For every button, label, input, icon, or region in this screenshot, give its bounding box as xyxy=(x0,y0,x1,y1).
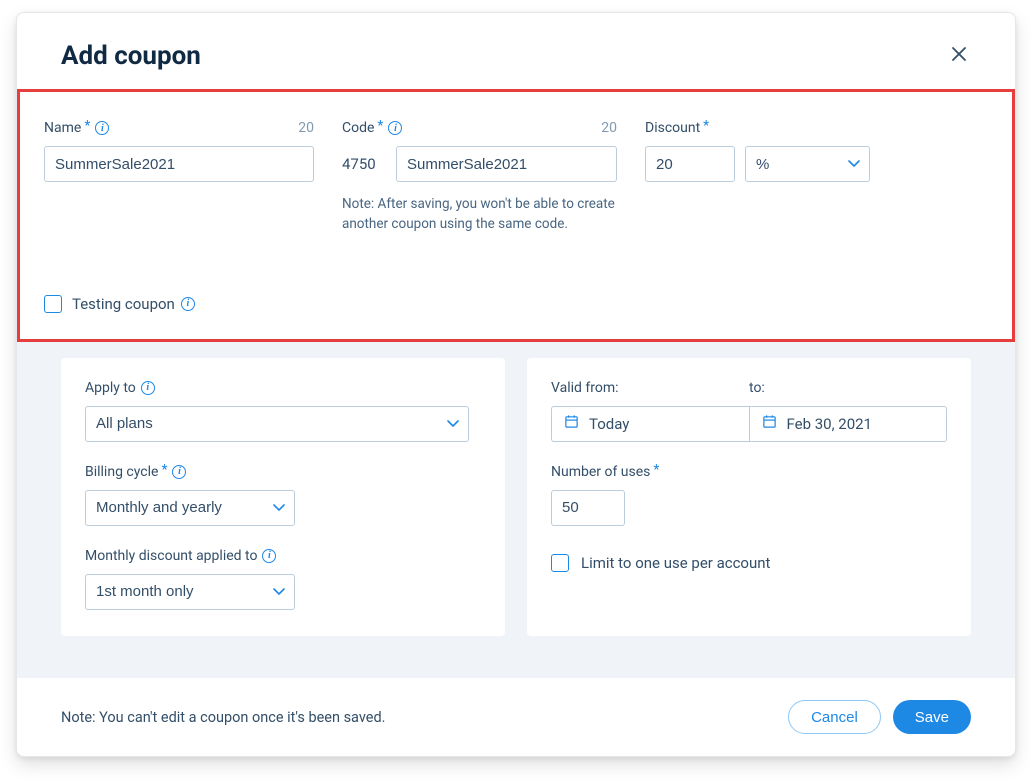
required-indicator: * xyxy=(653,462,659,478)
modal-body: Name * i 20 Code * i 20 xyxy=(17,89,1015,677)
billing-cycle-select[interactable]: Monthly and yearly xyxy=(85,490,295,526)
number-of-uses-input[interactable] xyxy=(551,490,625,526)
info-icon[interactable]: i xyxy=(95,121,109,135)
monthly-discount-label: Monthly discount applied to xyxy=(85,548,257,564)
apply-to-value[interactable]: All plans xyxy=(85,406,469,442)
modal-title: Add coupon xyxy=(61,41,201,71)
code-prefix: 4750 xyxy=(342,146,390,182)
valid-from-value: Today xyxy=(589,415,629,433)
discount-label: Discount xyxy=(645,120,700,136)
discount-unit-select[interactable]: % xyxy=(745,146,870,182)
valid-to-input[interactable]: Feb 30, 2021 xyxy=(749,406,948,442)
close-icon[interactable] xyxy=(947,41,971,69)
name-char-count: 20 xyxy=(298,120,314,136)
valid-from-input[interactable]: Today xyxy=(551,406,749,442)
billing-cycle-value[interactable]: Monthly and yearly xyxy=(85,490,295,526)
discount-unit-value[interactable]: % xyxy=(745,146,870,182)
limit-row: Limit to one use per account xyxy=(551,554,947,572)
testing-coupon-checkbox[interactable] xyxy=(44,295,62,313)
add-coupon-modal: Add coupon Name * i 20 xyxy=(16,12,1016,757)
required-indicator: * xyxy=(703,118,709,134)
modal-footer: Note: You can't edit a coupon once it's … xyxy=(17,677,1015,756)
code-input[interactable] xyxy=(396,146,617,182)
name-input[interactable] xyxy=(44,146,314,182)
valid-to-value: Feb 30, 2021 xyxy=(787,415,873,433)
apply-to-group: Apply to i All plans xyxy=(85,380,481,442)
limit-one-use-label: Limit to one use per account xyxy=(581,554,770,572)
apply-card: Apply to i All plans Billing cycle * xyxy=(61,358,505,636)
code-field-group: Code * i 20 4750 Note: After saving, you… xyxy=(342,120,617,235)
footer-note: Note: You can't edit a coupon once it's … xyxy=(61,709,385,726)
info-icon[interactable]: i xyxy=(181,297,195,311)
calendar-icon xyxy=(564,414,579,433)
required-indicator: * xyxy=(84,118,90,134)
valid-to-label: to: xyxy=(749,380,947,396)
name-label: Name xyxy=(44,120,81,136)
valid-from-label: Valid from: xyxy=(551,380,749,396)
name-field-group: Name * i 20 xyxy=(44,120,314,182)
required-indicator: * xyxy=(161,462,167,478)
info-icon[interactable]: i xyxy=(262,549,276,563)
validity-card: Valid from: to: Today xyxy=(527,358,971,636)
testing-coupon-row: Testing coupon i xyxy=(44,295,988,313)
info-icon[interactable]: i xyxy=(141,381,155,395)
apply-to-select[interactable]: All plans xyxy=(85,406,469,442)
monthly-discount-value[interactable]: 1st month only xyxy=(85,574,295,610)
code-char-count: 20 xyxy=(601,120,617,136)
testing-coupon-label: Testing coupon xyxy=(72,295,175,313)
code-label: Code xyxy=(342,120,374,136)
code-note: Note: After saving, you won't be able to… xyxy=(342,194,617,235)
number-of-uses-group: Number of uses * xyxy=(551,464,947,526)
billing-cycle-label: Billing cycle xyxy=(85,464,158,480)
limit-one-use-checkbox[interactable] xyxy=(551,554,569,572)
monthly-discount-group: Monthly discount applied to i 1st month … xyxy=(85,548,481,610)
modal-header: Add coupon xyxy=(17,13,1015,89)
cancel-button[interactable]: Cancel xyxy=(788,700,881,734)
required-indicator: * xyxy=(377,118,383,134)
apply-to-label: Apply to xyxy=(85,380,136,396)
billing-cycle-group: Billing cycle * i Monthly and yearly xyxy=(85,464,481,526)
discount-field-group: Discount * % xyxy=(645,120,870,182)
info-icon[interactable]: i xyxy=(172,465,186,479)
save-button[interactable]: Save xyxy=(893,700,971,734)
discount-value-input[interactable] xyxy=(645,146,735,182)
valid-range-group: Valid from: to: Today xyxy=(551,380,947,442)
monthly-discount-select[interactable]: 1st month only xyxy=(85,574,295,610)
calendar-icon xyxy=(762,414,777,433)
number-of-uses-label: Number of uses xyxy=(551,464,650,480)
highlighted-section: Name * i 20 Code * i 20 xyxy=(17,89,1015,342)
info-icon[interactable]: i xyxy=(388,121,402,135)
